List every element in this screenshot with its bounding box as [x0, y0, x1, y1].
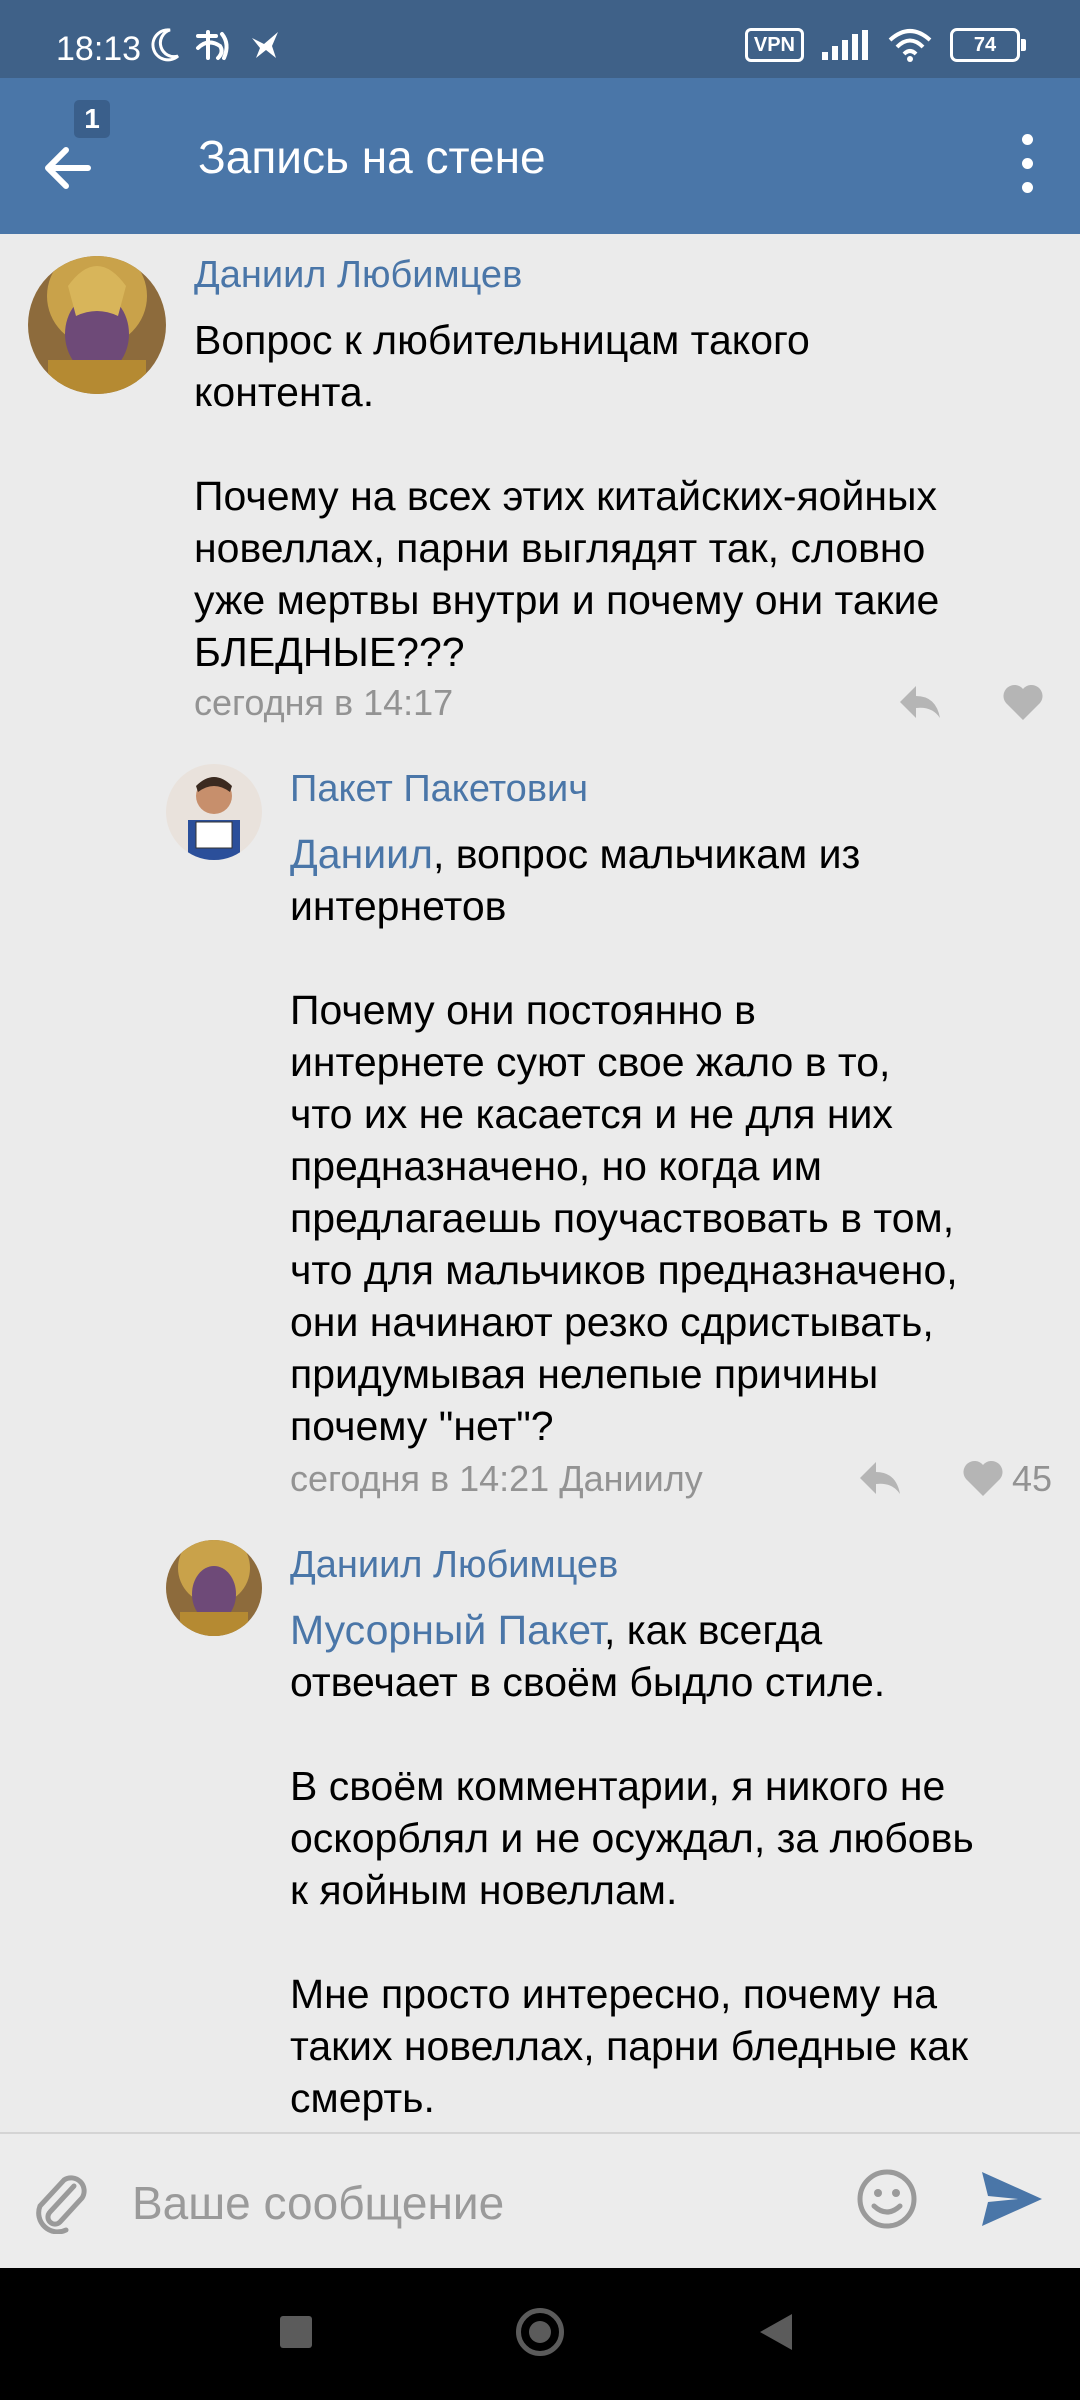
comment-text: Даниил, вопрос мальчикам из интернетов П… [290, 828, 1070, 1452]
signal-icon [822, 30, 868, 60]
avatar[interactable] [166, 764, 262, 860]
status-bar: 18:13 VPN 74 [0, 0, 1080, 78]
recents-button[interactable] [280, 2316, 312, 2348]
comment-body: , вопрос мальчикам из интернетов Почему … [290, 831, 958, 1449]
message-composer [0, 2132, 1080, 2270]
bird-icon [252, 32, 278, 58]
status-left-icons [150, 28, 284, 62]
comment-author[interactable]: Даниил Любимцев [194, 254, 522, 297]
comment-mention[interactable]: Даниил [290, 831, 433, 877]
comment-timestamp: сегодня в 14:21 Даниилу [290, 1458, 703, 1499]
paperclip-icon[interactable] [30, 2168, 90, 2234]
app-header: 1 Запись на стене [0, 78, 1080, 234]
heart-icon[interactable] [962, 1460, 1004, 1498]
like-count: 45 [1012, 1458, 1053, 1499]
status-time: 18:13 [56, 30, 142, 68]
app-notification-icon [196, 30, 229, 60]
wifi-icon [888, 29, 932, 62]
comment-mention[interactable]: Мусорный Пакет [290, 1607, 604, 1653]
comment-timestamp: сегодня в 14:17 [194, 682, 454, 723]
reply-icon[interactable] [858, 1460, 902, 1496]
battery-indicator: 74 [950, 28, 1026, 62]
back-badge: 1 [74, 100, 110, 138]
comment-body: , как всегда отвечает в своём быдло стил… [290, 1607, 974, 2121]
emoji-icon[interactable] [856, 2168, 918, 2230]
status-right: VPN 74 [744, 28, 1026, 62]
back-arrow-icon [45, 147, 91, 189]
comment-reply: Даниил Любимцев Мусорный Пакет, как всег… [0, 1530, 1080, 2132]
message-input[interactable] [130, 2164, 834, 2242]
comment-text: Мусорный Пакет, как всегда отвечает в св… [290, 1604, 1070, 2124]
comment-author[interactable]: Пакет Пакетович [290, 768, 588, 811]
heart-icon[interactable] [1002, 684, 1044, 722]
vpn-badge: VPN [744, 28, 804, 62]
more-options-button[interactable] [998, 128, 1054, 198]
system-nav-bar [0, 2268, 1080, 2400]
system-back-button[interactable] [760, 2314, 792, 2350]
avatar[interactable] [28, 256, 166, 394]
comment-reply: Пакет Пакетович Даниил, вопрос мальчикам… [0, 754, 1080, 1524]
back-button[interactable]: 1 [40, 100, 120, 208]
page-title: Запись на стене [198, 131, 546, 183]
avatar[interactable] [166, 1540, 262, 1636]
comment-author[interactable]: Даниил Любимцев [290, 1544, 618, 1587]
moon-icon [151, 28, 180, 62]
comments-list[interactable]: Даниил Любимцев Вопрос к любительницам т… [0, 234, 1080, 2132]
home-button[interactable] [516, 2308, 564, 2356]
comment-text: Вопрос к любительницам такого контента. … [194, 317, 940, 675]
send-icon[interactable] [980, 2170, 1044, 2228]
reply-icon[interactable] [898, 684, 942, 720]
more-vert-icon [1022, 134, 1033, 145]
comment: Даниил Любимцев Вопрос к любительницам т… [0, 234, 1080, 754]
